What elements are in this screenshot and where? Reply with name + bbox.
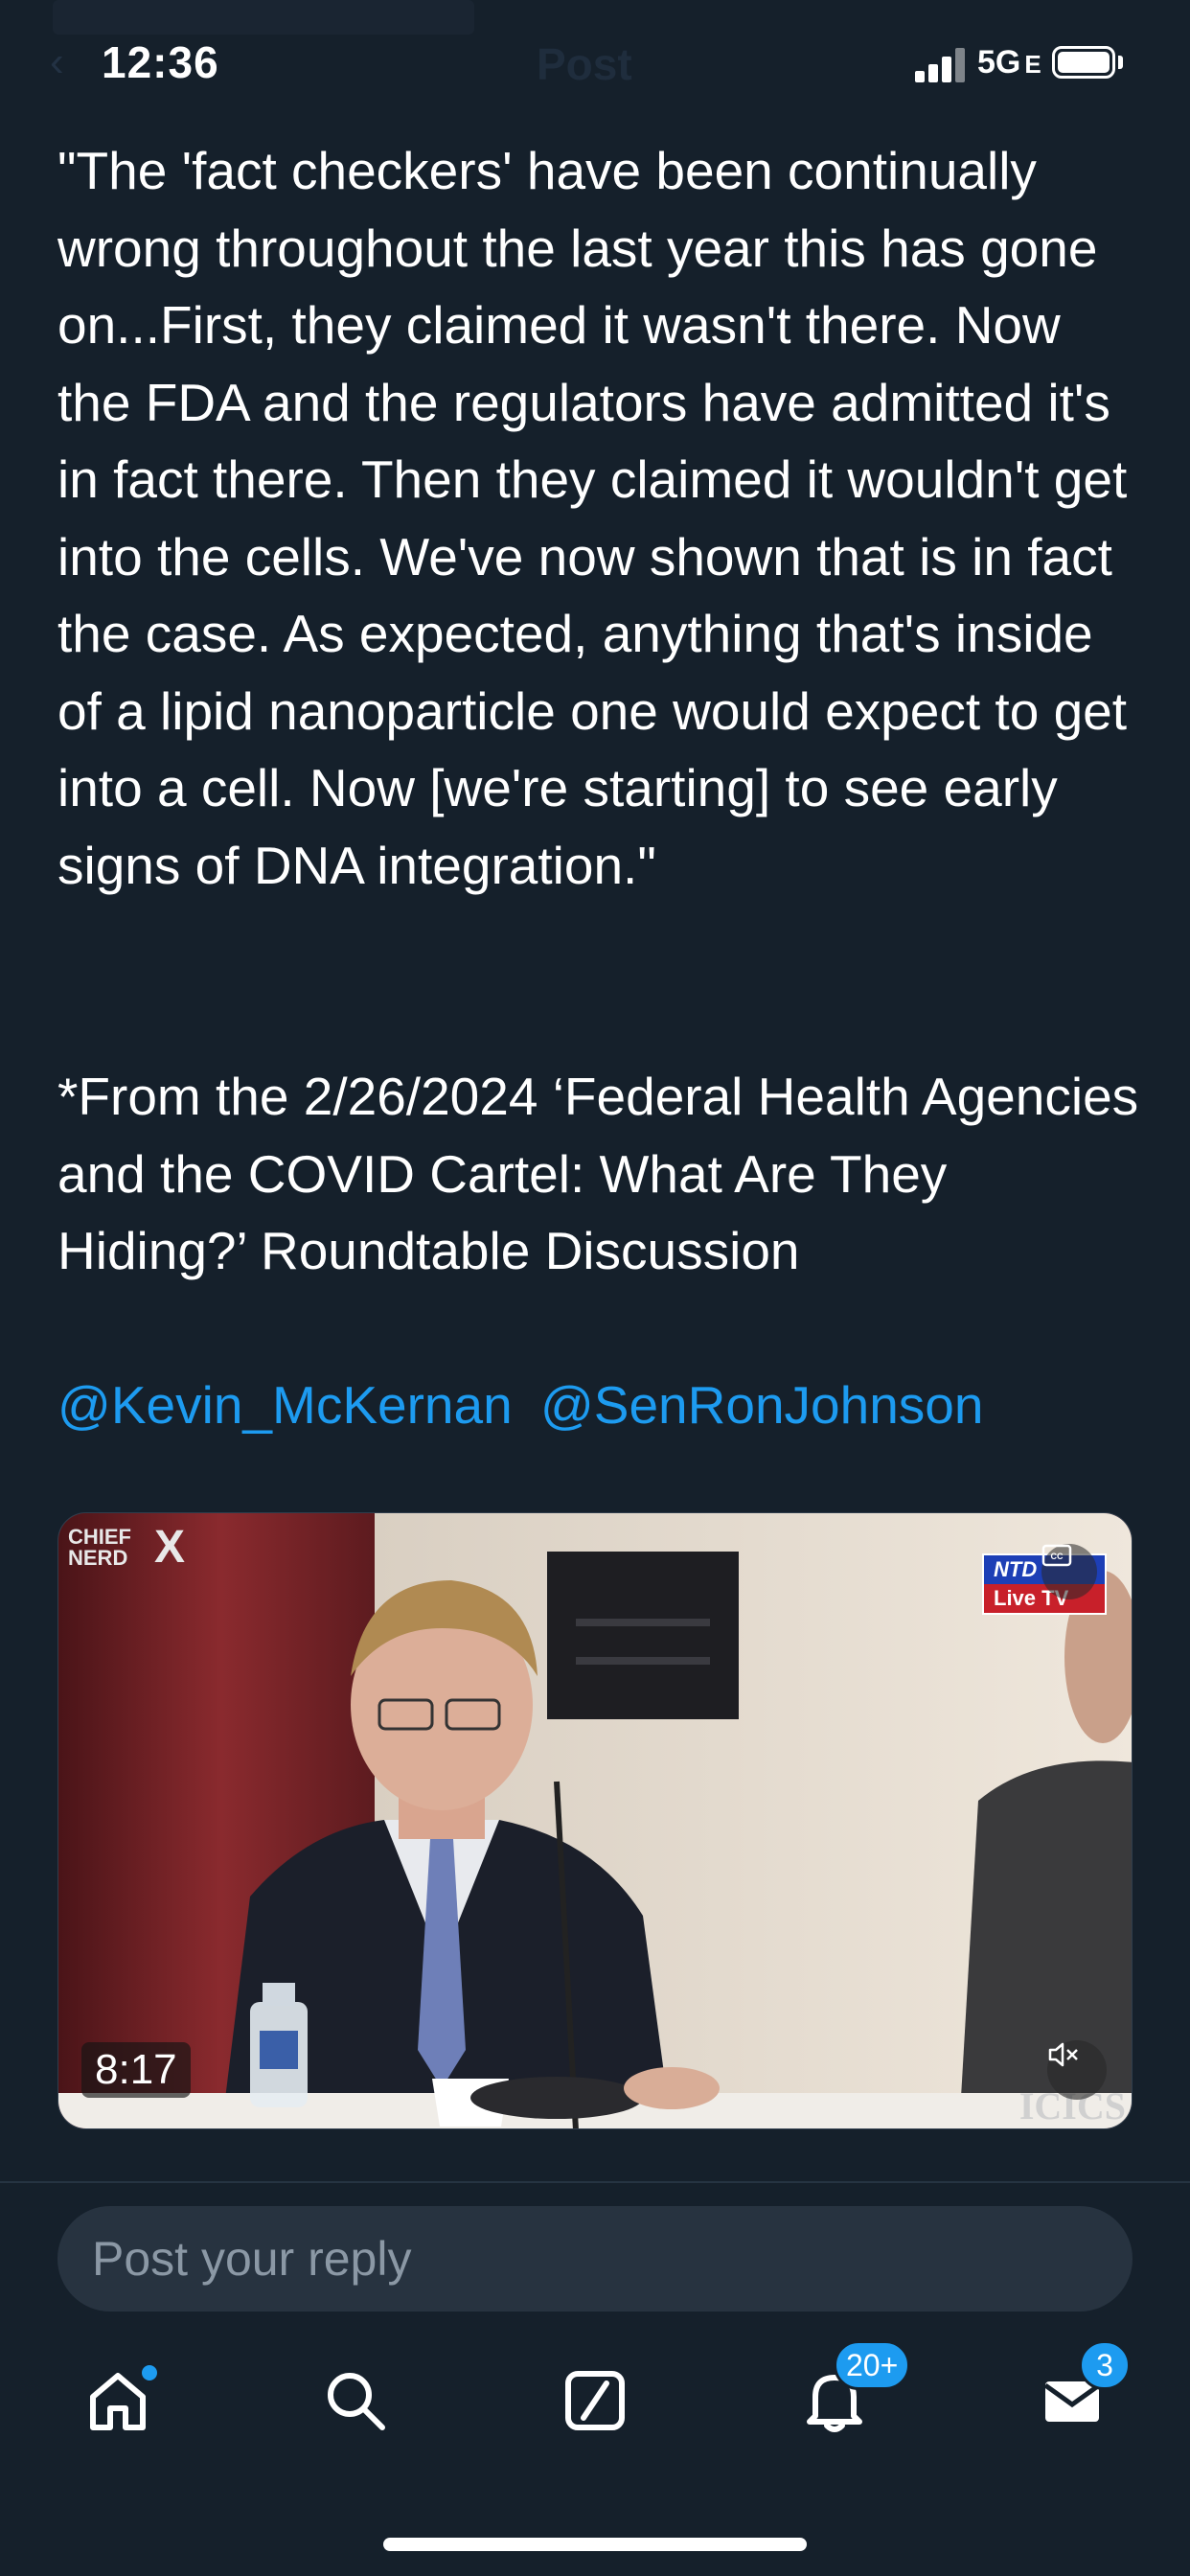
divider bbox=[0, 2181, 1190, 2183]
svg-text:CC: CC bbox=[1051, 1552, 1064, 1561]
mention-link[interactable]: @SenRonJohnson bbox=[540, 1375, 984, 1435]
battery-cap bbox=[1118, 56, 1123, 69]
status-time: 12:36 bbox=[102, 37, 219, 87]
network-suffix: E bbox=[1024, 50, 1041, 79]
faded-header-strip bbox=[53, 0, 474, 34]
x-logo-icon: X bbox=[154, 1522, 186, 1573]
grok-icon bbox=[565, 2371, 625, 2430]
muted-speaker-icon bbox=[1048, 2042, 1078, 2067]
nav-home[interactable] bbox=[75, 2358, 161, 2444]
bottom-navigation: 20+ 3 bbox=[0, 2329, 1190, 2480]
home-indicator[interactable] bbox=[383, 2538, 807, 2551]
back-arrow-icon[interactable]: ‹ bbox=[50, 41, 79, 83]
watermark-line2: NERD bbox=[68, 1546, 128, 1570]
network-type: 5G bbox=[977, 44, 1021, 80]
video-duration: 8:17 bbox=[81, 2042, 191, 2098]
tweet-source-note: *From the 2/26/2024 ‘Federal Health Agen… bbox=[57, 1067, 1139, 1280]
header-title: Post bbox=[537, 39, 632, 89]
video-player[interactable]: CHIEF NERD X NTD Live TV CC 8:17 ICICS bbox=[57, 1512, 1133, 2129]
battery-icon bbox=[1052, 46, 1115, 79]
chief-nerd-watermark: CHIEF NERD bbox=[68, 1527, 131, 1569]
captions-icon: CC bbox=[1041, 1544, 1072, 1567]
nav-grok[interactable] bbox=[552, 2358, 638, 2444]
home-icon bbox=[90, 2373, 146, 2430]
mentions-line: @Kevin_McKernan @SenRonJohnson bbox=[57, 1367, 997, 1443]
status-bar: ‹ Post 12:36 5G E bbox=[0, 0, 1190, 129]
tweet-body-text: "The 'fact checkers' have been continual… bbox=[57, 141, 1142, 895]
nav-notifications[interactable]: 20+ bbox=[791, 2340, 911, 2444]
network-indicator: 5G E bbox=[977, 44, 1041, 81]
signal-strength-icon bbox=[915, 48, 967, 82]
search-icon bbox=[328, 2373, 385, 2430]
mention-link[interactable]: @Kevin_McKernan bbox=[57, 1375, 513, 1435]
notifications-badge: 20+ bbox=[834, 2340, 911, 2390]
mute-button[interactable] bbox=[1047, 2040, 1107, 2100]
messages-badge: 3 bbox=[1079, 2340, 1131, 2390]
watermark-line1: CHIEF bbox=[68, 1525, 131, 1549]
nav-search[interactable] bbox=[312, 2358, 399, 2444]
nav-messages[interactable]: 3 bbox=[1029, 2340, 1131, 2444]
video-frame-illustration bbox=[58, 1513, 1132, 2128]
reply-input[interactable] bbox=[57, 2206, 1133, 2312]
home-unread-dot bbox=[142, 2365, 157, 2380]
captions-button[interactable]: CC bbox=[1041, 1544, 1097, 1599]
